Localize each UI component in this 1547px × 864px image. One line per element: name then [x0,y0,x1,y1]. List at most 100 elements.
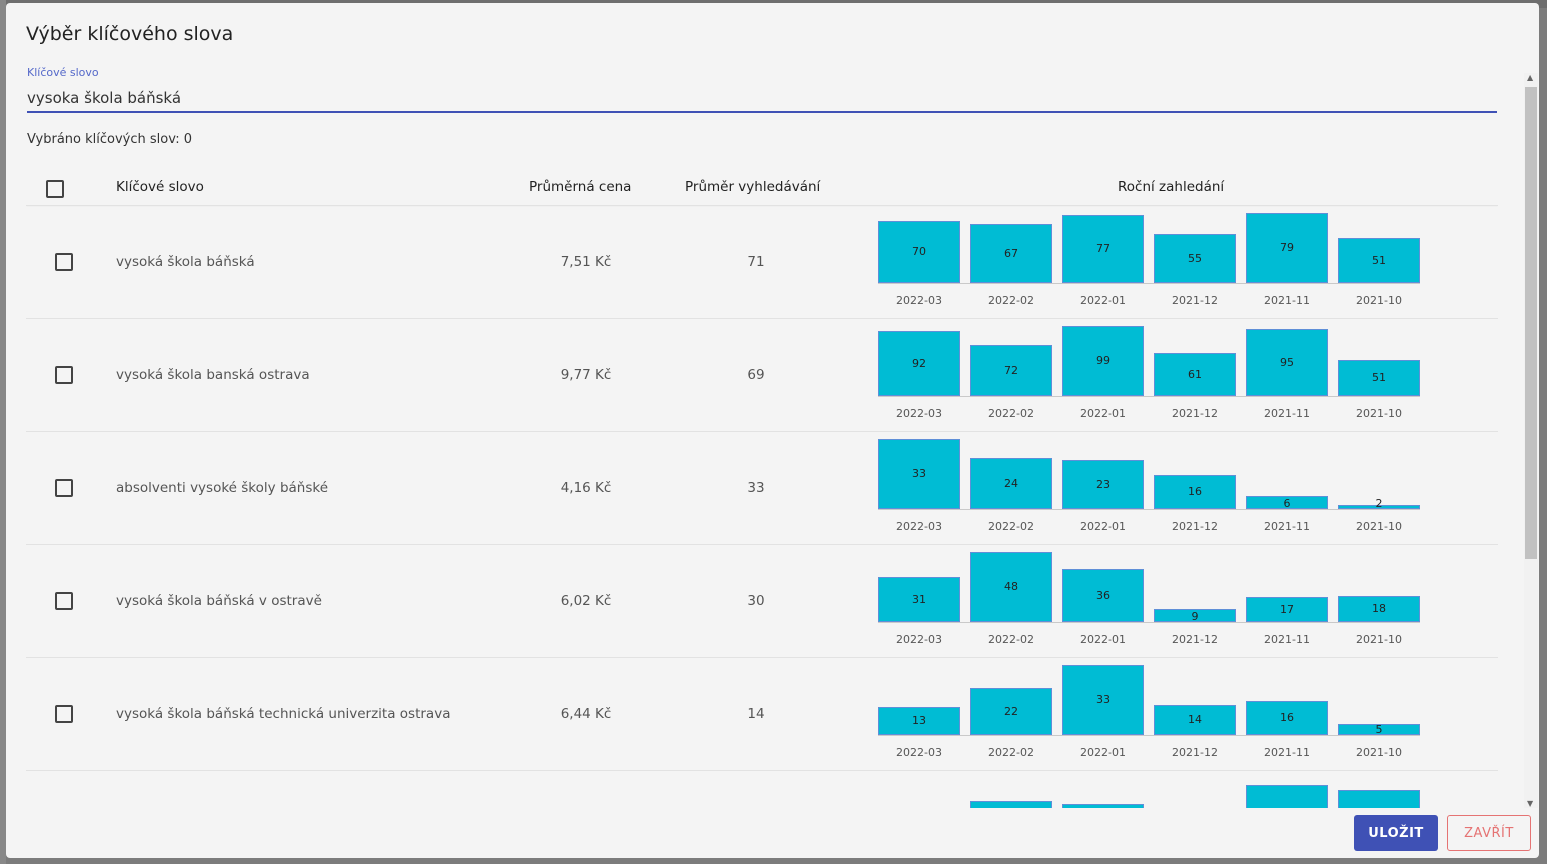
chart-bar-value: 31 [912,592,926,606]
chart-bar-value: 51 [1372,253,1386,267]
average-price-cell: 7,51 Kč [560,254,612,270]
average-search-cell: 14 [747,706,765,722]
chart-month-label: 2021-12 [1172,746,1218,759]
selected-keywords-count: Vybráno klíčových slov: 0 [27,132,192,147]
average-search-cell: 30 [747,593,765,609]
scroll-up-arrow-icon[interactable]: ▲ [1527,73,1533,82]
chart-month-label: 2021-12 [1172,294,1218,307]
chart-bar-value: 55 [1188,251,1202,265]
row-checkbox[interactable] [55,479,73,497]
chart-month-label: 2021-11 [1264,407,1310,420]
header-yearly-search: Roční zahledání [1118,179,1225,195]
chart-month-label: 2022-02 [988,746,1034,759]
chart-month-label: 2022-02 [988,407,1034,420]
chart-bar-value: 33 [1096,693,1110,706]
keyword-table: Klíčové slovo Průměrná cena Průměr vyhle… [26,168,1498,808]
chart-month-label: 2021-10 [1356,407,1402,420]
table-header: Klíčové slovo Průměrná cena Průměr vyhle… [26,168,1498,206]
chart-month-label: 2022-03 [896,407,942,420]
keyword-field-label: Klíčové slovo [27,66,99,79]
average-price-cell: 9,77 Kč [560,367,612,383]
chart-baseline [878,283,1420,284]
chart-bar-value: 99 [1096,354,1110,367]
select-all-checkbox[interactable] [46,180,64,198]
keyword-cell: absolventi vysoké školy báňské [116,480,329,496]
chart-bar [1338,790,1420,808]
chart-bar-value: 17 [1280,602,1294,616]
chart-month-label: 2022-01 [1080,407,1126,420]
close-button[interactable]: ZAVŘÍT [1447,815,1531,851]
table-row[interactable]: vysoká škola banská ostrava 9,77 Kč 69 92 20… [26,319,1498,432]
average-search-cell: 69 [747,367,765,383]
chart-bar-value: 36 [1096,588,1110,602]
chart-month-label: 2021-11 [1264,633,1310,646]
chart-month-label: 2022-02 [988,520,1034,533]
chart-month-label: 2021-12 [1172,633,1218,646]
chart-bar-value: 95 [1280,355,1294,369]
keyword-cell: vysoká škola báňská technická univerzita… [116,706,451,722]
chart-bar-value: 79 [1280,241,1294,254]
chart-bar-value: 22 [1004,704,1018,718]
table-row[interactable]: vysoká škola báňská technická univerzita… [26,658,1498,771]
save-button[interactable]: ULOŽIT [1354,815,1438,851]
table-row[interactable]: vysoká škola báňská v ostravě 6,02 Kč 30 31… [26,545,1498,658]
chart-baseline [878,735,1420,736]
chart-bar [970,801,1052,808]
average-price-cell: 4,16 Kč [560,480,612,496]
chart-month-label: 2021-10 [1356,633,1402,646]
chart-month-label: 2022-01 [1080,633,1126,646]
keyword-table-scroll-area[interactable]: Klíčové slovo Průměrná cena Průměr vyhle… [26,168,1498,808]
chart-bar-value: 72 [1004,363,1018,377]
chart-bar-value: 14 [1188,713,1202,726]
keyword-selection-dialog: Výběr klíčového slova Klíčové slovo Vybr… [6,3,1539,858]
row-checkbox[interactable] [55,705,73,723]
scrollbar-thumb[interactable] [1525,87,1537,559]
average-price-cell: 6,02 Kč [560,593,612,609]
average-search-cell: 33 [747,480,765,496]
table-row[interactable]: absolventi vysoké školy báňské 4,16 Kč 33 3… [26,432,1498,545]
yearly-search-chart: 92 2022-03 72 2022-02 99 2022-01 61 2021-12 95 20… [878,319,1438,431]
chart-month-label: 2021-10 [1356,520,1402,533]
chart-month-label: 2021-12 [1172,520,1218,533]
chart-bar-value: 23 [1096,477,1110,491]
chart-month-label: 2021-12 [1172,407,1218,420]
chart-month-label: 2021-10 [1356,294,1402,307]
yearly-search-chart: 70 2022-03 67 2022-02 77 2022-01 55 2021-12 79 20… [878,206,1438,318]
chart-bar-value: 61 [1188,367,1202,381]
chart-bar-value: 51 [1372,371,1386,384]
row-checkbox[interactable] [55,253,73,271]
scroll-down-arrow-icon[interactable]: ▼ [1527,799,1533,808]
chart-month-label: 2022-02 [988,633,1034,646]
dialog-title: Výběr klíčového slova [26,23,234,45]
chart-month-label: 2021-11 [1264,520,1310,533]
chart-month-label: 2022-03 [896,746,942,759]
keyword-cell: vysoká škola báňská v ostravě [116,593,322,609]
header-average-price: Průměrná cena [529,179,632,195]
chart-month-label: 2022-02 [988,294,1034,307]
chart-month-label: 2022-01 [1080,746,1126,759]
chart-bar-value: 77 [1096,242,1110,255]
chart-bar-value: 48 [1004,580,1018,593]
chart-month-label: 2021-10 [1356,746,1402,759]
chart-bar-value: 24 [1004,476,1018,490]
yearly-search-chart: 13 2022-03 22 2022-02 33 2022-01 14 2021-12 16 20… [878,658,1438,770]
chart-month-label: 2022-03 [896,520,942,533]
chart-bar-value: 16 [1280,711,1294,724]
chart-bar-value: 70 [912,245,926,258]
chart-bar-value: 16 [1188,485,1202,498]
chart-month-label: 2021-11 [1264,746,1310,759]
dialog-scrollbar[interactable]: ▲ ▼ [1524,73,1538,808]
chart-month-label: 2022-01 [1080,294,1126,307]
row-checkbox[interactable] [55,592,73,610]
chart-bar-value: 18 [1372,602,1386,615]
chart-bar-value: 33 [912,467,926,480]
header-average-search: Průměr vyhledávání [685,179,821,195]
table-row-partial[interactable] [26,771,1498,808]
keyword-cell: vysoká škola banská ostrava [116,367,310,383]
keyword-input[interactable] [27,85,1497,113]
chart-bar-value: 13 [912,714,926,727]
table-row[interactable]: vysoká škola báňská 7,51 Kč 71 70 2022-03 67 2… [26,206,1498,319]
row-checkbox[interactable] [55,366,73,384]
average-price-cell: 6,44 Kč [560,706,612,722]
chart-month-label: 2022-03 [896,633,942,646]
